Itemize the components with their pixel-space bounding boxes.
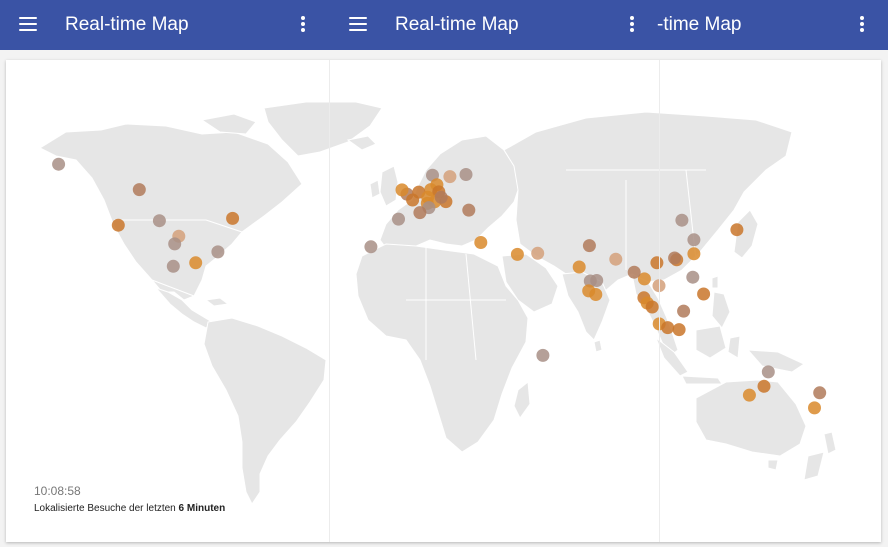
visit-marker [152, 214, 166, 228]
tile-seam [329, 60, 330, 542]
app-title: Real-time Map [395, 14, 519, 35]
land-sulawesi [727, 335, 741, 359]
land-new-guinea [746, 349, 806, 373]
visits-caption-prefix: Lokalisierte Besuche der letzten [34, 503, 179, 514]
visit-marker [672, 323, 686, 337]
land-sri-lanka [593, 339, 603, 353]
app-bar: Real-time Map Real-time Map -time Map [0, 0, 888, 50]
more-vert-icon[interactable] [630, 16, 634, 32]
visit-marker [510, 247, 524, 261]
menu-icon[interactable] [19, 17, 37, 31]
land-taiwan [711, 275, 719, 289]
land-layer [38, 101, 837, 505]
land-philippines [711, 291, 731, 329]
land-madagascar [513, 381, 531, 419]
visit-marker [757, 379, 771, 393]
visit-marker [111, 218, 125, 232]
visit-marker [761, 365, 775, 379]
visit-marker [730, 223, 744, 237]
visit-marker [582, 284, 596, 298]
app-bar-segment: Real-time Map [0, 0, 330, 50]
land-borneo [695, 325, 727, 359]
visit-marker [808, 401, 821, 415]
land-tasmania [767, 459, 779, 471]
visit-marker [189, 256, 203, 270]
visit-marker [226, 211, 240, 225]
more-vert-icon[interactable] [301, 16, 305, 32]
visit-marker [531, 246, 545, 260]
visit-marker [166, 259, 180, 273]
visit-marker [742, 388, 756, 402]
land-africa [355, 243, 529, 453]
clock-time: 10:08:58 [34, 484, 81, 498]
visit-marker [686, 270, 700, 284]
visit-marker [364, 240, 378, 254]
visit-marker [609, 252, 623, 266]
visit-marker [536, 348, 550, 362]
visit-marker [582, 239, 596, 253]
visit-marker [572, 260, 586, 274]
land-south-america [203, 317, 327, 505]
visit-marker [434, 190, 448, 204]
visit-marker [413, 206, 427, 220]
visit-marker [392, 212, 405, 226]
visit-marker [211, 245, 225, 259]
world-map-svg[interactable] [6, 60, 881, 542]
visits-caption: Lokalisierte Besuche der letzten 6 Minut… [34, 503, 225, 514]
visits-caption-duration: 6 Minuten [178, 503, 226, 514]
visit-marker [462, 203, 476, 217]
visit-marker [459, 168, 473, 181]
visit-marker [52, 157, 66, 171]
land-new-zealand-north [823, 431, 837, 455]
visit-marker [687, 247, 701, 261]
visit-marker [697, 287, 711, 301]
visit-marker [395, 183, 409, 197]
visit-marker [627, 265, 641, 279]
visit-marker [132, 183, 146, 197]
more-vert-icon[interactable] [860, 16, 864, 32]
land-ireland [369, 179, 381, 199]
visit-marker [677, 304, 691, 318]
tile-seam [659, 60, 660, 542]
visit-marker [661, 321, 675, 335]
land-arctic-islands [200, 113, 257, 135]
app-bar-segment: -time Map [657, 0, 888, 50]
land-new-zealand-south [803, 451, 825, 481]
visit-marker [645, 300, 659, 314]
app-title: -time Map [657, 14, 742, 35]
app-bar-segment: Real-time Map [330, 0, 660, 50]
land-asia [503, 111, 793, 297]
visit-marker [813, 386, 827, 400]
world-map[interactable]: 10:08:58 Lokalisierte Besuche der letzte… [6, 60, 881, 542]
visit-marker [687, 233, 701, 247]
visit-marker [168, 237, 182, 251]
visit-marker [406, 193, 420, 207]
menu-icon[interactable] [349, 17, 367, 31]
land-caribbean [204, 297, 230, 307]
visit-marker [443, 170, 457, 184]
land-uk [379, 165, 399, 207]
visit-marker [668, 251, 682, 265]
visit-marker [675, 213, 689, 227]
land-north-america [38, 123, 303, 301]
visit-marker [474, 236, 488, 249]
visit-marker [650, 256, 664, 270]
app-title: Real-time Map [65, 14, 189, 35]
land-java [681, 375, 723, 385]
